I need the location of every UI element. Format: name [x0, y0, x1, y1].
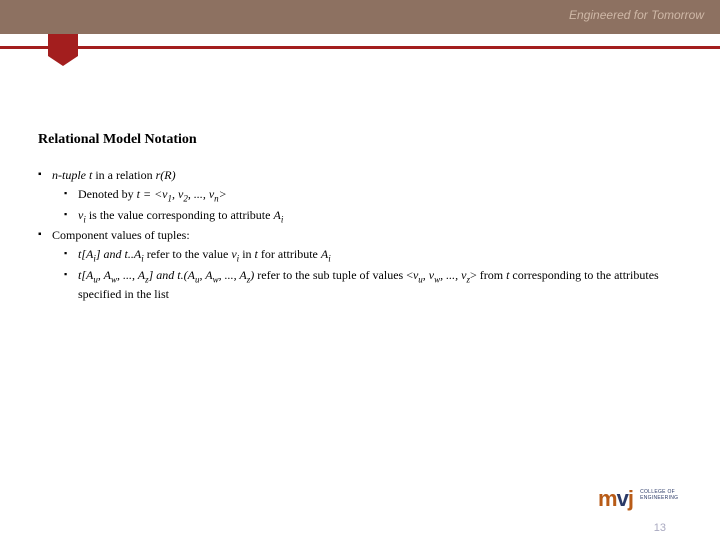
- text: ] and: [149, 268, 178, 282]
- text: refer to the sub tuple of values <: [254, 268, 413, 282]
- header-notch: [48, 34, 78, 56]
- text: > from: [470, 268, 506, 282]
- text: in a relation: [92, 168, 155, 182]
- text: t[A: [78, 247, 93, 261]
- logo-letter-v: v: [617, 486, 628, 511]
- text: t[A: [78, 268, 93, 282]
- header-notch-arrow: [48, 56, 78, 66]
- text: , A: [98, 268, 111, 282]
- logo-text: mvj: [598, 486, 638, 511]
- subscript: i: [328, 253, 331, 263]
- text: for attribute: [258, 247, 321, 261]
- bullet-list-level2: t[Ai] and t..Ai refer to the value vi in…: [52, 246, 688, 302]
- text: n-tuple t: [52, 168, 92, 182]
- list-item: t[Au, Aw, ..., Az] and t.(Au, Aw, ..., A…: [78, 267, 688, 302]
- text: >: [219, 187, 227, 201]
- header-tagline: Engineered for Tomorrow: [569, 8, 704, 22]
- text: is the value corresponding to attribute: [86, 208, 274, 222]
- text: refer to the value: [144, 247, 232, 261]
- logo-subtitle: COLLEGE OF ENGINEERING: [640, 490, 678, 501]
- logo-letter-m: m: [598, 486, 617, 511]
- text: r(R): [156, 168, 176, 182]
- list-item: Component values of tuples: t[A i ] and t.…: [52, 227, 688, 302]
- subscript: i: [281, 214, 284, 224]
- text: , A: [199, 268, 212, 282]
- text: , v: [172, 187, 183, 201]
- footer-logo: mvj COLLEGE OF ENGINEERING: [598, 486, 698, 518]
- text: , v: [423, 268, 434, 282]
- page-number: 13: [654, 522, 666, 534]
- text: t..A: [125, 247, 142, 261]
- bullet-list-level1: n-tuple t in a relation r(R) Denoted by …: [38, 167, 688, 302]
- text: , ..., A: [219, 268, 247, 282]
- slide-title: Relational Model Notation: [38, 130, 688, 149]
- text: ] and: [96, 247, 125, 261]
- slide-content: Relational Model Notation n-tuple t in a…: [38, 130, 688, 304]
- text: , ..., A: [117, 268, 145, 282]
- list-item: n-tuple t in a relation r(R) Denoted by …: [52, 167, 688, 225]
- header-accent-line: [0, 46, 720, 49]
- text: , ..., v: [188, 187, 214, 201]
- list-item: vi is the value corresponding to attribu…: [78, 207, 688, 226]
- list-item: t[Ai] and t..Ai refer to the value vi in…: [78, 246, 688, 265]
- text: A: [273, 208, 280, 222]
- list-item: Denoted by t = <v1, v2, ..., vn>: [78, 186, 688, 205]
- text: , ..., v: [440, 268, 466, 282]
- text: Denoted by: [78, 187, 137, 201]
- logo-subtitle-line2: ENGINEERING: [640, 495, 678, 501]
- bullet-list-level2: Denoted by t = <v1, v2, ..., vn> vi is t…: [52, 186, 688, 226]
- text: t = <v: [137, 187, 168, 201]
- logo-letter-j: j: [628, 486, 633, 511]
- text: Component values of tuples:: [52, 228, 190, 242]
- text: t.(A: [177, 268, 195, 282]
- text: in: [239, 247, 254, 261]
